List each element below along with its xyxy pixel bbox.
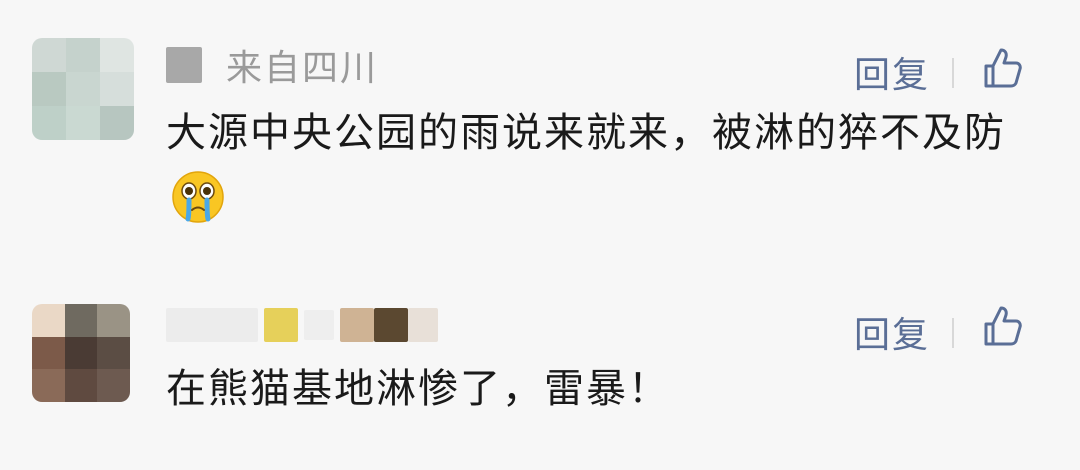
username-obscured <box>304 310 334 340</box>
username-obscured[interactable] <box>166 308 258 342</box>
avatar[interactable] <box>32 304 130 402</box>
comment-item: 回复 在熊猫基地淋惨了，雷暴！ <box>0 0 1080 412</box>
username-obscured <box>374 308 408 342</box>
comment-text: 在熊猫基地淋惨了，雷暴！ <box>166 366 670 412</box>
username-row <box>166 300 438 350</box>
username-obscured <box>264 308 298 342</box>
reply-button[interactable]: 回复 <box>854 306 930 358</box>
divider <box>952 318 954 348</box>
thumbs-up-icon[interactable] <box>978 302 1026 350</box>
username-obscured <box>408 308 438 342</box>
username-obscured <box>340 308 374 342</box>
